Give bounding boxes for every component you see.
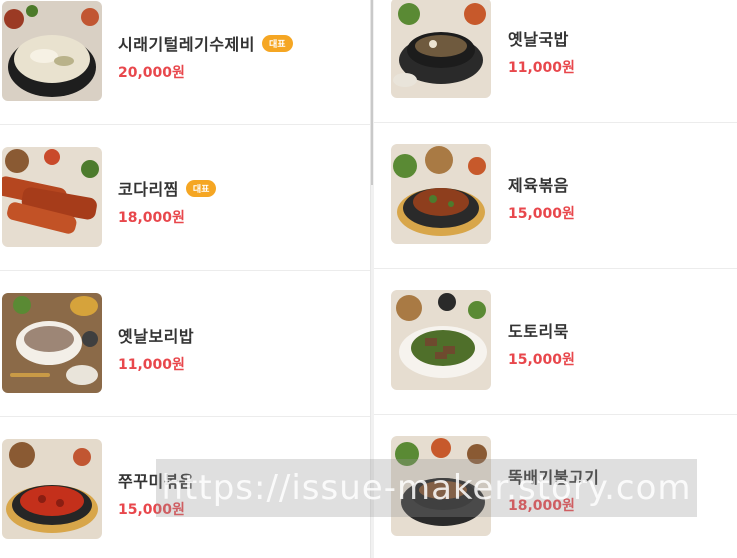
menu-item-price: 15,000원 — [508, 206, 575, 222]
menu-item-name: 옛날국밥 — [508, 30, 569, 49]
menu-item-price: 11,000원 — [118, 357, 185, 373]
menu-item[interactable]: 시래기털레기수제비 대표 20,000원 — [0, 0, 370, 125]
menu-item[interactable]: 옛날보리밥 11,000원 — [0, 271, 370, 417]
acorn-jelly-photo — [391, 290, 491, 390]
menu-item[interactable]: 옛날국밥 11,000원 — [374, 0, 737, 123]
signature-badge: 대표 — [261, 34, 293, 52]
menu-item-name: 코다리찜 대표 — [118, 176, 217, 200]
menu-item-price: 11,000원 — [508, 60, 575, 76]
signature-badge: 대표 — [185, 179, 217, 197]
stir-fried-pork-photo — [391, 144, 491, 244]
menu-item[interactable]: 제육볶음 15,000원 — [374, 123, 737, 269]
menu-item-name: 제육볶음 — [508, 176, 569, 195]
sujebi-pot-photo — [2, 1, 102, 101]
menu-item-price: 15,000원 — [508, 352, 575, 368]
menu-item-price: 18,000원 — [118, 210, 185, 226]
menu-item[interactable]: 도토리묵 15,000원 — [374, 269, 737, 415]
menu-item[interactable]: 코다리찜 대표 18,000원 — [0, 125, 370, 271]
stir-fried-octopus-photo — [2, 439, 102, 539]
menu-item-price: 20,000원 — [118, 65, 185, 81]
url-watermark: https://issue-maker.story.com — [156, 459, 697, 517]
menu-item-name: 시래기털레기수제비 대표 — [118, 31, 293, 55]
menu-item-name: 옛날보리밥 — [118, 327, 195, 346]
barley-rice-photo — [2, 293, 102, 393]
menu-item-name: 도토리묵 — [508, 322, 569, 341]
gukbap-pot-photo — [391, 0, 491, 98]
scrollbar-thumb[interactable] — [371, 0, 373, 185]
braised-pollock-photo — [2, 147, 102, 247]
